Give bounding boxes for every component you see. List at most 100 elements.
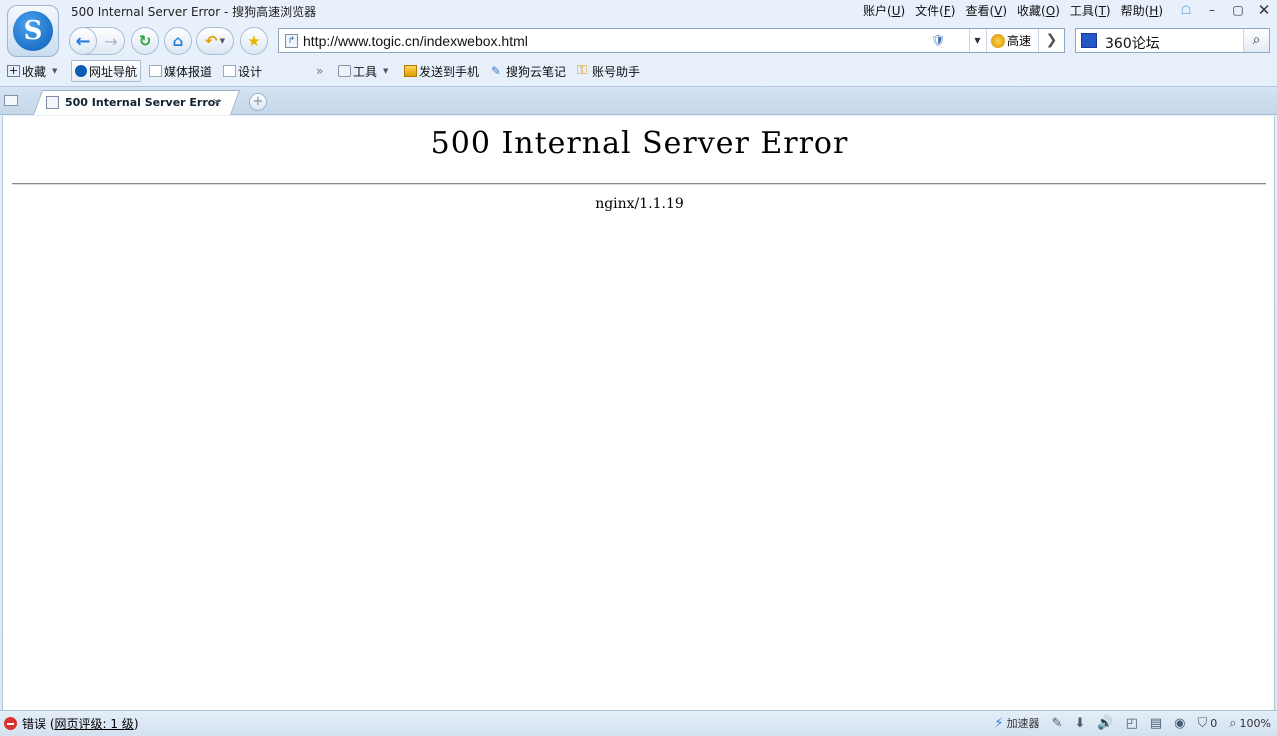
favorite-star-button[interactable]: ★ [240, 27, 268, 55]
folder-icon [223, 65, 236, 77]
new-tab-button[interactable]: + [249, 93, 267, 111]
accelerator-button[interactable]: ⚡ 加速器 [994, 715, 1039, 731]
chevron-down-icon: ▼ [219, 37, 225, 45]
page-icon: ↱ [285, 34, 298, 48]
title-bar: 500 Internal Server Error - 搜狗高速浏览器 账户(U… [0, 0, 1277, 20]
page-status: 错误 (网页评级: 1 级) [4, 715, 139, 732]
volume-icon[interactable]: 🔊 [1097, 716, 1113, 731]
tab-close-button[interactable]: × [212, 95, 221, 108]
skin-icon[interactable]: ☖ [1173, 2, 1199, 18]
chevron-down-icon: ▼ [383, 67, 389, 75]
close-window-button[interactable]: ✕ [1251, 1, 1277, 19]
sogou-small-icon [75, 65, 87, 77]
divider [12, 183, 1266, 185]
status-tools: ⚡ 加速器 ✎ ⬇ 🔊 ◰ ▤ ◉ ⛉ 0 ⌕ 100% [982, 715, 1271, 731]
send-to-phone-button[interactable]: 发送到手机 [404, 60, 479, 82]
search-icon: ⌕ [1252, 32, 1261, 48]
error-icon [4, 717, 17, 730]
navigation-toolbar: ← → ↻ ⌂ ↶ ▼ ★ ↱ http://www.togic.cn/index… [0, 27, 1277, 55]
account-helper-button[interactable]: ⚿ 账号助手 [577, 60, 640, 82]
bookmark-media[interactable]: 媒体报道 [149, 60, 212, 82]
speed-mode-icon [991, 33, 1005, 48]
menu-favorites[interactable]: 收藏(O) [1017, 2, 1060, 19]
menu-help[interactable]: 帮助(H) [1121, 2, 1163, 19]
menu-file[interactable]: 文件(F) [915, 2, 955, 19]
account-helper-label: 账号助手 [592, 64, 641, 79]
menu-account[interactable]: 账户(U) [863, 2, 905, 19]
star-icon: ★ [247, 32, 261, 50]
chevron-down-icon: ▼ [52, 67, 58, 75]
menu-tools[interactable]: 工具(T) [1070, 2, 1111, 19]
refresh-button[interactable]: ↻ [131, 27, 159, 55]
go-button[interactable]: ❯ [1038, 29, 1064, 52]
ad-block-count: 0 [1210, 716, 1218, 730]
menu-view[interactable]: 查看(V) [965, 2, 1007, 19]
tab-strip: 500 Internal Server Error × + [0, 86, 1277, 115]
status-rating-close: ) [133, 716, 139, 731]
security-shield-icon[interactable]: 🛡 [931, 34, 959, 48]
search-input[interactable]: 360论坛 [1105, 33, 1160, 53]
status-bar: 错误 (网页评级: 1 级) ⚡ 加速器 ✎ ⬇ 🔊 ◰ ▤ ◉ ⛉ 0 ⌕ 1… [0, 710, 1277, 736]
chevron-right-icon: ❯ [1045, 32, 1058, 48]
home-button[interactable]: ⌂ [164, 27, 192, 55]
ad-block-button[interactable]: ⛉ 0 [1198, 716, 1218, 731]
favorites-menu-button[interactable]: + 收藏 ▼ [7, 60, 57, 82]
browser-window: 500 Internal Server Error - 搜狗高速浏览器 账户(U… [0, 0, 1277, 736]
page-icon [46, 95, 59, 109]
eye-icon[interactable]: ◉ [1174, 716, 1185, 731]
window-title: 500 Internal Server Error - 搜狗高速浏览器 [71, 5, 317, 19]
tab-title: 500 Internal Server Error [65, 95, 221, 109]
search-engine-icon[interactable]: 🐾 [1081, 33, 1097, 48]
cloud-notes-button[interactable]: ✎ 搜狗云笔记 [491, 60, 566, 82]
search-button[interactable]: ⌕ [1243, 29, 1269, 52]
undo-icon: ↶ [205, 32, 218, 50]
back-button[interactable]: ← [69, 27, 97, 55]
send-phone-icon [404, 65, 417, 77]
plus-icon: + [7, 64, 20, 77]
page-heading: 500 Internal Server Error [430, 126, 849, 161]
maximize-button[interactable]: ▢ [1225, 2, 1251, 18]
address-input[interactable]: http://www.togic.cn/indexwebox.html [303, 33, 528, 49]
folder-icon [149, 65, 162, 77]
magnifier-icon: ⌕ [1229, 715, 1237, 731]
key-icon: ⚿ [577, 63, 587, 78]
lightning-icon: ⚡ [994, 715, 1004, 731]
tools-label: 工具 [353, 64, 378, 79]
bookmark-design-label: 设计 [238, 64, 263, 79]
plus-icon: + [252, 94, 264, 109]
speed-mode-button[interactable]: 高速 [986, 29, 1038, 52]
refresh-icon: ↻ [138, 32, 152, 50]
pen-icon[interactable]: ✎ [1052, 716, 1063, 731]
toolbox-icon [338, 65, 351, 77]
download-icon[interactable]: ⬇ [1074, 716, 1085, 731]
tools-menu-button[interactable]: 工具 ▼ [338, 60, 388, 82]
search-box[interactable]: 🐾 360论坛 ⌕ [1075, 28, 1270, 53]
favorites-label: 收藏 [22, 64, 47, 79]
zoom-button[interactable]: ⌕ 100% [1229, 716, 1271, 731]
home-icon: ⌂ [172, 32, 184, 50]
send-phone-label: 发送到手机 [419, 64, 480, 79]
address-bar[interactable]: ↱ http://www.togic.cn/indexwebox.html 🛡 … [278, 28, 1065, 53]
status-error-label: 错误 ( [22, 717, 55, 731]
forward-button[interactable]: → [97, 27, 125, 55]
page-rating-link[interactable]: 网页评级: 1 级 [55, 715, 134, 732]
window-icon[interactable]: ▤ [1150, 716, 1162, 731]
sidebar-toggle-icon[interactable] [4, 95, 18, 106]
pen-icon: ✎ [491, 64, 502, 78]
camera-icon[interactable]: ◰ [1126, 716, 1138, 731]
address-dropdown-button[interactable]: ▼ [969, 29, 985, 52]
bookmarks-overflow-button[interactable]: » [316, 60, 323, 82]
zoom-level: 100% [1239, 716, 1271, 730]
shield-icon: ⛉ [1197, 715, 1208, 731]
arrow-right-icon: → [104, 31, 118, 51]
tab-label-group: 500 Internal Server Error [46, 94, 221, 110]
undo-close-button[interactable]: ↶ ▼ [196, 27, 234, 55]
bookmark-design[interactable]: 设计 [223, 60, 262, 82]
bookmark-media-label: 媒体报道 [164, 64, 213, 79]
bookmark-nav[interactable]: 网址导航 [71, 60, 142, 82]
arrow-left-icon: ← [75, 30, 91, 52]
chevron-down-icon: ▼ [974, 36, 981, 45]
page-content: 500 Internal Server Error nginx/1.1.19 [2, 116, 1275, 710]
minimize-button[interactable]: – [1199, 2, 1225, 18]
bookmark-nav-label: 网址导航 [89, 64, 138, 79]
